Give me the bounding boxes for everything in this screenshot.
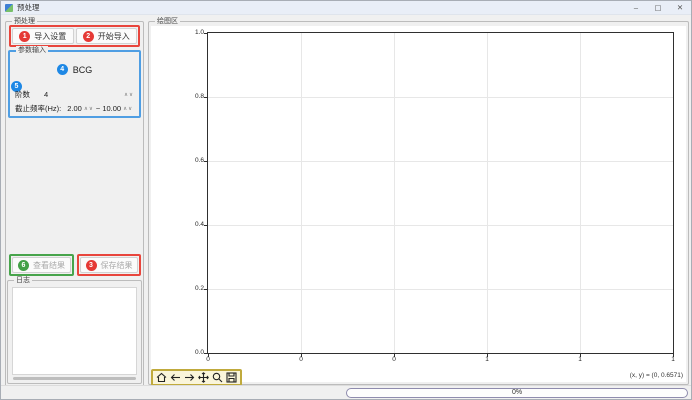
order-spinbox[interactable]: 4	[44, 90, 124, 99]
save-icon[interactable]	[226, 371, 237, 384]
x-tick-label: 0	[200, 356, 216, 363]
maximize-button[interactable]: ▢	[647, 1, 669, 15]
badge-6: 6	[18, 260, 29, 271]
window-title: 预处理	[17, 2, 625, 13]
pan-icon[interactable]	[198, 371, 209, 384]
order-row: 阶数 4 ∧∨	[15, 89, 134, 100]
title-bar: 预处理 – ▢ ✕	[1, 1, 691, 15]
y-tick	[204, 97, 207, 98]
plot-axes[interactable]: 0 0 0 1 1 1 1.0 0.8 0.6 0.4 0.2 0.0	[207, 32, 674, 354]
import-settings-button[interactable]: 1 导入设置	[12, 28, 74, 44]
cutoff-high-spinner-arrows-icon[interactable]: ∧∨	[123, 106, 133, 112]
signal-type-row[interactable]: 4 BCG	[10, 64, 139, 75]
back-icon[interactable]	[170, 371, 181, 384]
x-tick-label: 1	[572, 356, 588, 363]
view-results-button[interactable]: 6 查看结果	[12, 257, 71, 273]
cutoff-high-spinbox[interactable]: 10.00	[102, 104, 121, 113]
x-tick-label: 1	[665, 356, 681, 363]
plot-panel-label: 绘图区	[155, 17, 180, 26]
home-icon[interactable]	[156, 371, 167, 384]
param-input-label: 参数输入	[16, 46, 48, 55]
badge-3: 3	[86, 260, 97, 271]
cutoff-row: 截止频率(Hz): 2.00 ∧∨ ~ 10.00 ∧∨	[15, 103, 134, 114]
y-tick	[204, 161, 207, 162]
badge-4: 4	[57, 64, 68, 75]
param-input-group: 参数输入 4 BCG 5 阶数 4 ∧∨ 截止频率(Hz): 2.00 ∧∨ ~…	[8, 50, 141, 118]
gridline	[580, 33, 581, 353]
import-buttons-annotation: 1 导入设置 2 开始导入	[9, 25, 140, 47]
zoom-icon[interactable]	[212, 371, 223, 384]
y-tick-label: 0.4	[184, 221, 204, 228]
x-tick-label: 1	[479, 356, 495, 363]
import-settings-label: 导入设置	[34, 31, 66, 42]
gridline	[208, 225, 673, 226]
log-horizontal-scrollbar[interactable]	[13, 377, 136, 380]
gridline	[208, 161, 673, 162]
forward-icon[interactable]	[184, 371, 195, 384]
save-results-annotation: 3 保存结果	[77, 254, 141, 276]
app-icon	[5, 4, 13, 12]
x-tick-label: 0	[386, 356, 402, 363]
close-button[interactable]: ✕	[669, 1, 691, 15]
cursor-coordinates-readout: (x, y) = (0, 0.6571)	[630, 372, 683, 379]
cutoff-label: 截止频率(Hz):	[15, 103, 61, 114]
cutoff-low-spinner-arrows-icon[interactable]: ∧∨	[84, 106, 94, 112]
y-tick	[204, 33, 207, 34]
log-group: 日志	[7, 280, 142, 384]
progress-bar: 0%	[346, 388, 688, 398]
y-tick-label: 0.0	[184, 349, 204, 356]
gridline	[208, 289, 673, 290]
view-results-annotation: 6 查看结果	[9, 254, 74, 276]
y-tick-label: 0.8	[184, 93, 204, 100]
save-results-button[interactable]: 3 保存结果	[80, 257, 138, 273]
y-tick	[204, 225, 207, 226]
badge-2: 2	[83, 31, 94, 42]
save-results-label: 保存结果	[101, 260, 133, 271]
log-textarea[interactable]	[12, 287, 137, 375]
plot-toolbar	[151, 369, 242, 386]
y-tick-label: 1.0	[184, 29, 204, 36]
plot-panel: 绘图区 0 0 0 1 1 1 1.0 0.8 0.6	[148, 21, 689, 385]
view-results-label: 查看结果	[33, 260, 65, 271]
gridline	[394, 33, 395, 353]
gridline	[301, 33, 302, 353]
start-import-label: 开始导入	[98, 31, 130, 42]
y-tick-label: 0.6	[184, 157, 204, 164]
minimize-button[interactable]: –	[625, 1, 647, 15]
y-tick	[204, 353, 207, 354]
order-label: 阶数	[15, 89, 30, 100]
cutoff-low-spinbox[interactable]: 2.00	[67, 104, 82, 113]
order-spinner-arrows-icon[interactable]: ∧∨	[124, 92, 134, 98]
y-tick	[204, 289, 207, 290]
log-group-label: 日志	[14, 276, 32, 285]
gridline	[487, 33, 488, 353]
cutoff-separator: ~	[96, 104, 100, 113]
y-tick-label: 0.2	[184, 285, 204, 292]
badge-1: 1	[19, 31, 30, 42]
x-tick-label: 0	[293, 356, 309, 363]
status-bar: 0%	[1, 385, 691, 399]
start-import-button[interactable]: 2 开始导入	[76, 28, 138, 44]
preprocess-panel: 预处理 1 导入设置 2 开始导入 参数输入 4 BCG 5 阶数 4 ∧∨ 截…	[5, 21, 144, 387]
signal-type-label: BCG	[73, 65, 93, 75]
gridline	[208, 97, 673, 98]
